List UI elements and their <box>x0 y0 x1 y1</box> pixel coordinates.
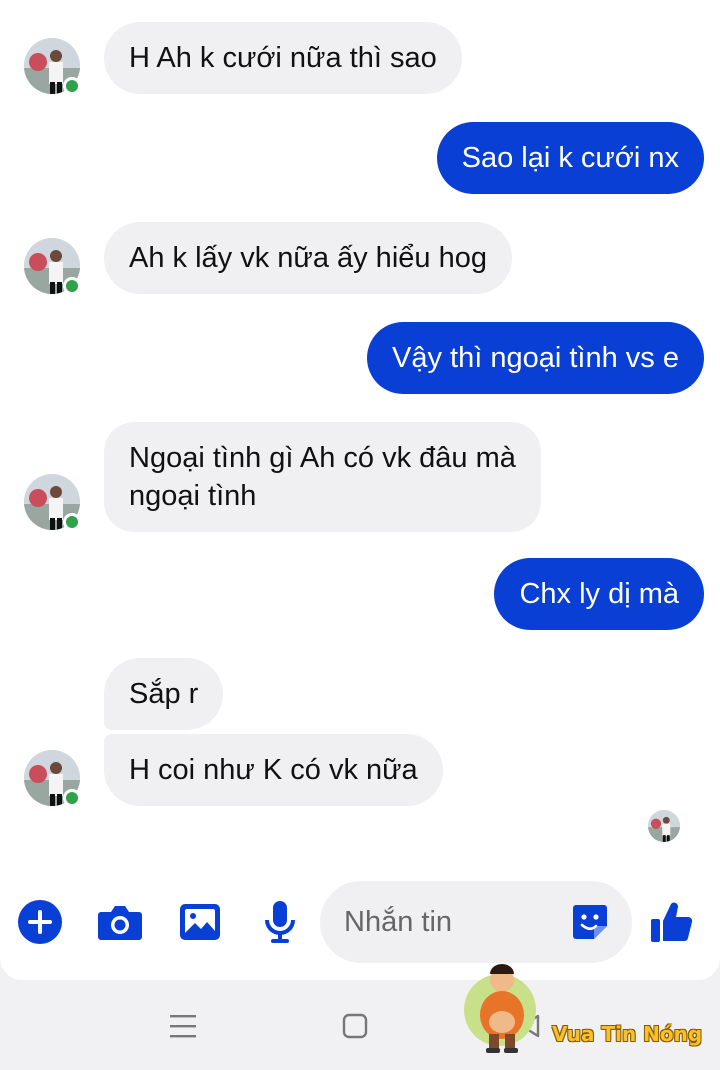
plus-icon[interactable] <box>16 898 64 946</box>
watermark: Vua Tin Nóng <box>462 960 712 1065</box>
message-text: H coi như K có vk nữa <box>129 754 418 786</box>
message-text: Sao lại k cưới nx <box>461 142 679 174</box>
sticker-icon[interactable] <box>572 904 608 940</box>
message-text: H Ah k cưới nữa thì sao <box>129 42 437 74</box>
message-row: Ah k lấy vk nữa ấy hiểu hog <box>0 222 720 295</box>
outgoing-message-bubble[interactable]: Chx ly dị mà <box>494 558 704 630</box>
message-row: H Ah k cưới nữa thì sao <box>0 22 720 95</box>
online-status-dot <box>63 513 81 531</box>
message-input-container <box>320 881 632 963</box>
incoming-message-bubble[interactable]: H coi như K có vk nữa <box>104 734 443 806</box>
message-composer <box>0 872 720 972</box>
message-text: Chx ly dị mà <box>519 578 679 610</box>
recent-apps-icon[interactable] <box>165 1008 201 1044</box>
camera-icon[interactable] <box>96 898 144 946</box>
message-text-line: Ngoại tình gì Ah có vk đâu mà <box>129 442 516 474</box>
outgoing-message-bubble[interactable]: Vậy thì ngoại tình vs e <box>367 322 704 394</box>
watermark-text: Vua Tin Nóng <box>552 1022 703 1046</box>
online-status-dot <box>63 277 81 295</box>
online-status-dot <box>63 789 81 807</box>
outgoing-message-bubble[interactable]: Sao lại k cưới nx <box>436 122 704 194</box>
incoming-message-bubble[interactable]: Ah k lấy vk nữa ấy hiểu hog <box>104 222 512 294</box>
message-text-line: ngoại tình <box>129 480 257 512</box>
home-icon[interactable] <box>337 1008 373 1044</box>
chat-screen: H Ah k cưới nữa thì sao Sao lại k cưới n… <box>0 0 720 980</box>
mascot-logo <box>464 964 536 1053</box>
incoming-message-bubble[interactable]: H Ah k cưới nữa thì sao <box>104 22 462 94</box>
message-text: Vậy thì ngoại tình vs e <box>392 342 679 374</box>
seen-avatar-indicator <box>648 810 680 842</box>
thumbs-up-icon[interactable] <box>648 898 696 946</box>
message-input[interactable] <box>344 899 564 945</box>
image-icon[interactable] <box>176 898 224 946</box>
incoming-message-bubble[interactable]: Sắp r <box>104 658 224 730</box>
microphone-icon[interactable] <box>256 898 304 946</box>
message-row: H coi như K có vk nữa <box>0 734 720 807</box>
online-status-dot <box>63 77 81 95</box>
message-row: Ngoại tình gì Ah có vk đâu mà ngoại tình <box>0 422 720 532</box>
message-text: Ah k lấy vk nữa ấy hiểu hog <box>129 242 487 274</box>
message-text: Sắp r <box>129 678 199 710</box>
incoming-message-bubble[interactable]: Ngoại tình gì Ah có vk đâu mà ngoại tình <box>104 422 541 532</box>
